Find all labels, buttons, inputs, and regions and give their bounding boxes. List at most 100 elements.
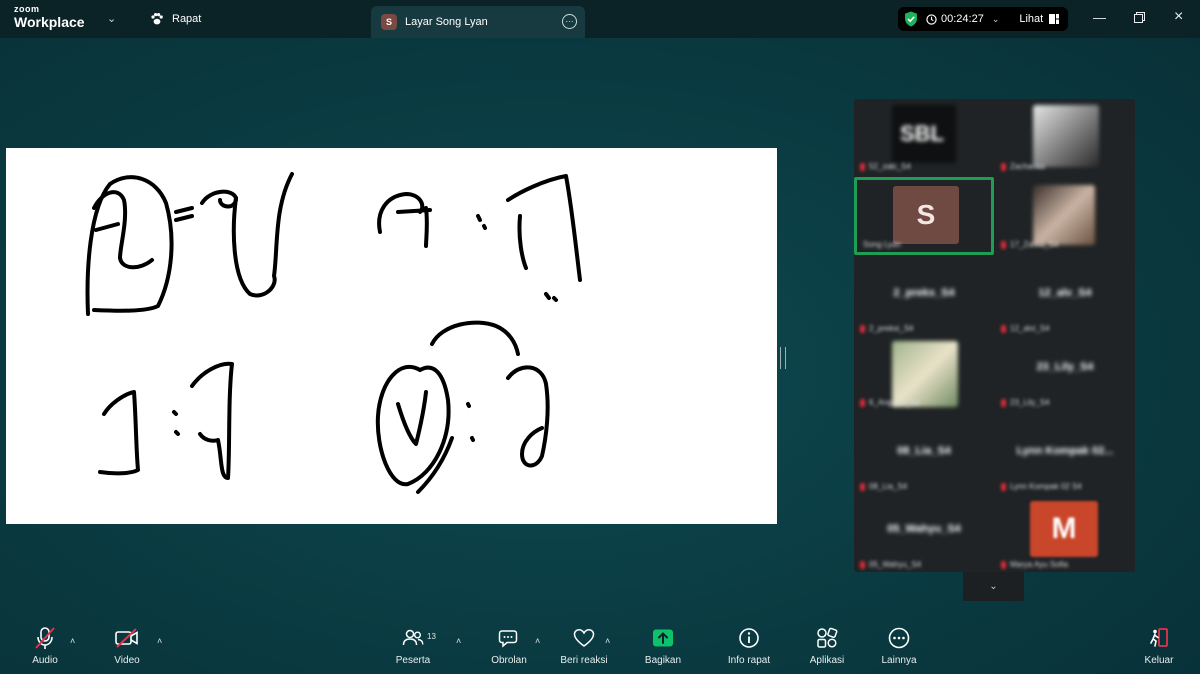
chat-options-caret-icon[interactable]: ˄: [535, 636, 540, 646]
participant-tile[interactable]: 12_alv_S4 12_alvi_S4: [995, 261, 1135, 339]
participant-name: 52_zaki_S4: [860, 162, 911, 171]
paw-icon: [151, 13, 163, 25]
participant-name: Lynn Kompak 02 S4: [1001, 482, 1082, 491]
share-screen-icon: [653, 629, 673, 647]
participant-tile-active-speaker[interactable]: S Song Lyan: [854, 177, 994, 255]
shared-screen[interactable]: [6, 148, 777, 524]
meeting-tab[interactable]: Rapat: [150, 12, 201, 26]
mic-muted-icon: [35, 627, 55, 649]
apps-label: Aplikasi: [809, 655, 845, 666]
reactions-label: Beri reaksi: [560, 655, 608, 666]
more-label: Lainnya: [881, 655, 917, 666]
meeting-tab-label: Rapat: [172, 13, 202, 25]
timer-value: 00:24:27: [941, 13, 984, 25]
info-icon: [739, 628, 759, 648]
participants-options-caret-icon[interactable]: ˄: [456, 636, 461, 646]
meeting-toolbar: Audio ˄ Video ˄ Peserta 13 ˄ Obrolan ˄ B…: [0, 624, 1200, 674]
title-bar: zoom Workplace ⌄ Rapat S Layar Song Lyan…: [0, 0, 1200, 38]
participant-gallery[interactable]: SBL 52_zaki_S4 Zacharias S Song Lyan 17_…: [854, 99, 1135, 572]
muted-mic-icon: [860, 162, 865, 171]
participant-avatar: S: [893, 186, 959, 244]
participant-name: 17_Zahra_S4: [1001, 240, 1058, 249]
participant-display-name: 23_Lily_S4: [1036, 361, 1094, 373]
muted-mic-icon: [860, 482, 865, 491]
clock-icon: [926, 13, 937, 25]
participant-display-name: 2_preks_S4: [893, 287, 955, 299]
gallery-expand-button[interactable]: ⌄: [963, 572, 1024, 601]
share-label: Bagikan: [644, 655, 682, 666]
participant-display-name: 08_Lia_S4: [897, 445, 951, 457]
logo-small-text: zoom: [14, 4, 40, 14]
video-off-icon: [115, 628, 138, 648]
video-button[interactable]: Video: [92, 624, 162, 672]
reactions-options-caret-icon[interactable]: ˄: [605, 636, 610, 646]
minimize-icon[interactable]: —: [1093, 10, 1106, 25]
participant-name: 08_Lia_S4: [860, 482, 907, 491]
participant-tile[interactable]: 2_preks_S4 2_preksi_S4: [854, 261, 994, 339]
participant-display-name: 05_Wahyu_S4: [887, 523, 961, 535]
participants-icon: [402, 629, 424, 646]
heart-icon: [573, 629, 595, 647]
participant-tile[interactable]: Lynn Kompak 02... Lynn Kompak 02 S4: [995, 419, 1135, 497]
share-button[interactable]: Bagikan: [628, 624, 698, 672]
more-icon: [888, 627, 910, 649]
meeting-info-button[interactable]: Info rapat: [714, 624, 784, 672]
panel-resize-handle[interactable]: [780, 347, 786, 369]
participant-photo: [1033, 185, 1095, 245]
close-icon[interactable]: ×: [1174, 8, 1183, 26]
chat-button[interactable]: Obrolan: [474, 624, 544, 672]
apps-button[interactable]: Aplikasi: [792, 624, 862, 672]
participant-tile[interactable]: M Marya Ayu Sofia: [995, 497, 1135, 572]
zoom-workplace-logo[interactable]: zoom Workplace: [14, 4, 85, 30]
share-screen-tab[interactable]: S Layar Song Lyan ···: [371, 6, 585, 38]
grid-view-icon: [1049, 14, 1060, 24]
chevron-down-icon[interactable]: ⌄: [107, 12, 116, 25]
participants-button[interactable]: Peserta: [378, 624, 448, 672]
shield-check-icon[interactable]: [904, 11, 918, 27]
chat-label: Obrolan: [491, 655, 527, 666]
apps-icon: [817, 627, 838, 648]
muted-mic-icon: [860, 560, 865, 569]
muted-mic-icon: [1001, 324, 1006, 333]
muted-mic-icon: [1001, 482, 1006, 491]
participant-tile[interactable]: Zacharias: [995, 99, 1135, 177]
leave-button[interactable]: Keluar: [1124, 624, 1194, 672]
meeting-timer[interactable]: 00:24:27 ⌄: [926, 13, 999, 25]
muted-mic-icon: [860, 398, 865, 407]
audio-label: Audio: [32, 655, 58, 666]
participant-name: Zacharias: [1001, 162, 1045, 171]
logo-big-text: Workplace: [14, 14, 85, 30]
muted-mic-icon: [1001, 240, 1006, 249]
share-tab-avatar: S: [381, 14, 397, 30]
participants-count: 13: [427, 632, 436, 641]
view-button[interactable]: Lihat: [1019, 13, 1060, 25]
participant-tile[interactable]: SBL 52_zaki_S4: [854, 99, 994, 177]
restore-icon[interactable]: [1134, 12, 1145, 23]
participant-tile[interactable]: 6_Anggun_S4: [854, 335, 994, 413]
participant-tile[interactable]: 05_Wahyu_S4 05_Wahyu_S4: [854, 497, 994, 572]
participant-name: 2_preksi_S4: [860, 324, 913, 333]
participant-photo: [1033, 105, 1099, 167]
participant-name: 12_alvi_S4: [1001, 324, 1050, 333]
participant-tile[interactable]: 08_Lia_S4 08_Lia_S4: [854, 419, 994, 497]
more-button[interactable]: Lainnya: [864, 624, 934, 672]
reactions-button[interactable]: Beri reaksi: [549, 624, 619, 672]
muted-mic-icon: [860, 324, 865, 333]
participant-name: 6_Anggun_S4: [860, 398, 920, 407]
chat-icon: [498, 630, 518, 648]
participant-avatar: M: [1030, 501, 1098, 557]
participant-name: 23_Lily_S4: [1001, 398, 1050, 407]
video-options-caret-icon[interactable]: ˄: [157, 636, 162, 646]
share-tab-label: Layar Song Lyan: [405, 16, 488, 28]
participant-tile[interactable]: 23_Lily_S4 23_Lily_S4: [995, 335, 1135, 413]
leave-label: Keluar: [1144, 655, 1174, 666]
meeting-status-group: 00:24:27 ⌄ Lihat: [898, 7, 1068, 31]
participant-name: Song Lyan: [863, 240, 901, 249]
more-options-icon[interactable]: ···: [562, 14, 577, 29]
meeting-info-label: Info rapat: [727, 655, 771, 666]
participant-display-name: Lynn Kompak 02...: [1016, 445, 1114, 457]
audio-button[interactable]: Audio: [10, 624, 80, 672]
audio-options-caret-icon[interactable]: ˄: [70, 636, 75, 646]
muted-mic-icon: [1001, 398, 1006, 407]
participant-tile[interactable]: 17_Zahra_S4: [995, 177, 1135, 255]
